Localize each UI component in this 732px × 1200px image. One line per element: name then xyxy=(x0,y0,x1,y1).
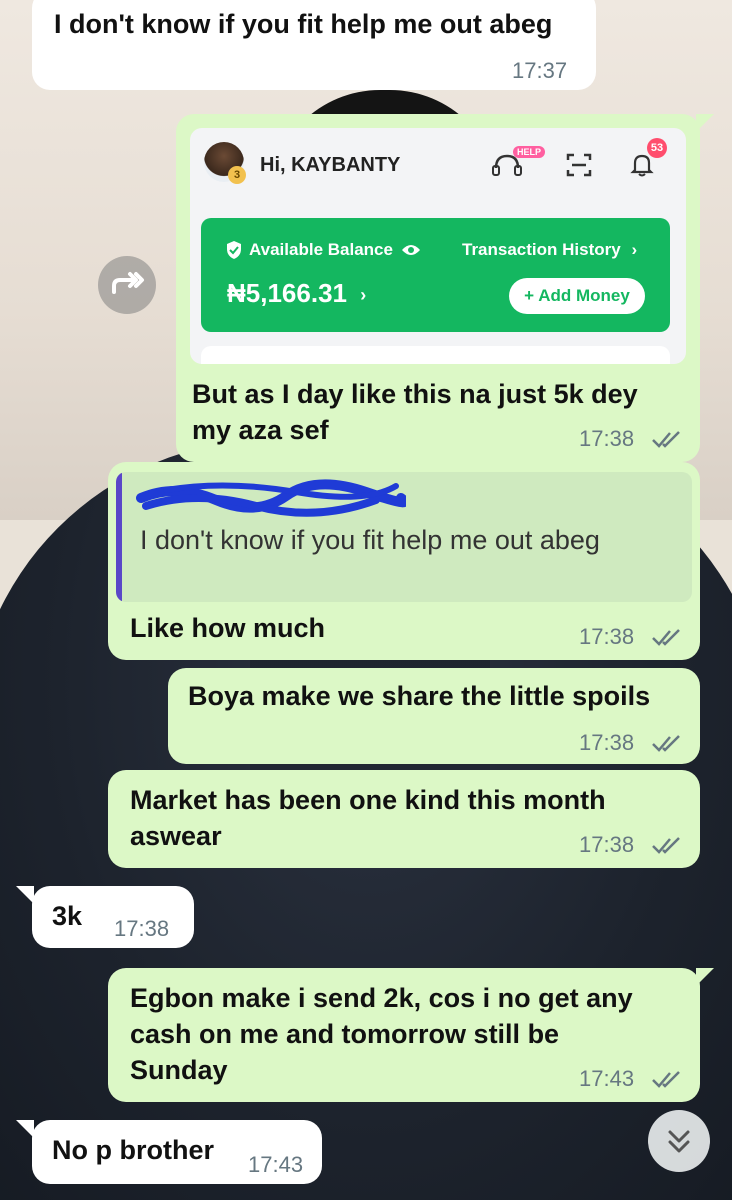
double-check-icon xyxy=(652,431,680,448)
message-bubble-outgoing[interactable]: Egbon make i send 2k, cos i no get any c… xyxy=(108,968,700,1102)
double-check-icon xyxy=(652,629,680,646)
message-time: 17:38 xyxy=(579,730,635,755)
message-text: Boya make we share the little spoils xyxy=(188,681,651,711)
message-time: 17:43 xyxy=(248,1152,304,1177)
message-time: 17:38 xyxy=(114,916,170,941)
balance-card: Available Balance Transaction History › … xyxy=(201,218,670,332)
eye-icon xyxy=(402,245,420,255)
message-bubble-incoming[interactable]: No p brother 17:43 xyxy=(32,1120,322,1184)
message-time: 17:38 xyxy=(579,624,635,649)
quoted-text: I don't know if you fit help me out abeg xyxy=(140,525,600,555)
message-bubble-outgoing[interactable]: Boya make we share the little spoils 17:… xyxy=(168,668,700,764)
help-badge: HELP xyxy=(513,146,546,158)
card-peek xyxy=(201,346,670,364)
quote-accent-bar xyxy=(116,472,122,602)
chevron-right-icon: › xyxy=(360,284,367,305)
shield-check-icon xyxy=(227,241,241,259)
scan-icon xyxy=(566,153,592,177)
balance-amount-value: ₦5,166.31 xyxy=(227,278,347,308)
transaction-history-link: Transaction History › xyxy=(462,240,637,260)
notification-count-badge: 53 xyxy=(647,138,667,158)
bubble-tail xyxy=(16,886,34,904)
bubble-tail xyxy=(696,968,714,986)
message-time: 17:38 xyxy=(579,426,635,451)
message-time: 17:38 xyxy=(579,832,635,857)
message-text: No p brother xyxy=(52,1135,214,1165)
message-bubble-incoming[interactable]: I don't know if you fit help me out abeg… xyxy=(32,0,596,90)
scroll-to-bottom-button[interactable] xyxy=(648,1110,710,1172)
message-text: 3k xyxy=(52,901,83,931)
double-check-icon xyxy=(652,837,680,854)
add-money-button: + Add Money xyxy=(509,278,645,314)
greeting-text: Hi, KAYBANTY xyxy=(260,154,401,176)
chevron-right-icon: › xyxy=(631,240,638,259)
shared-screenshot-image[interactable]: 3 Hi, KAYBANTY HELP 53 Available Balance… xyxy=(190,128,686,364)
message-time: 17:37 xyxy=(512,58,568,83)
message-bubble-incoming[interactable]: 3k 17:38 xyxy=(32,886,194,948)
message-text: Like how much xyxy=(130,613,326,643)
bubble-tail xyxy=(696,114,714,132)
double-chevron-down-icon xyxy=(668,1130,690,1153)
redacted-sender-scribble xyxy=(136,479,406,517)
bubble-tail xyxy=(16,1120,34,1138)
message-bubble-outgoing[interactable]: Market has been one kind this month aswe… xyxy=(108,770,700,868)
double-check-icon xyxy=(652,1071,680,1088)
message-text: I don't know if you fit help me out abeg xyxy=(54,9,553,39)
transaction-history-label: Transaction History xyxy=(462,240,621,259)
double-check-icon xyxy=(652,735,680,752)
message-time: 17:43 xyxy=(579,1066,635,1091)
forward-icon xyxy=(112,272,144,294)
avatar-level-badge: 3 xyxy=(228,166,246,184)
forward-button[interactable] xyxy=(98,256,156,314)
quoted-message[interactable]: I don't know if you fit help me out abeg xyxy=(116,472,692,602)
balance-amount: ₦5,166.31 › xyxy=(227,278,366,309)
available-balance-label: Available Balance xyxy=(249,240,393,259)
